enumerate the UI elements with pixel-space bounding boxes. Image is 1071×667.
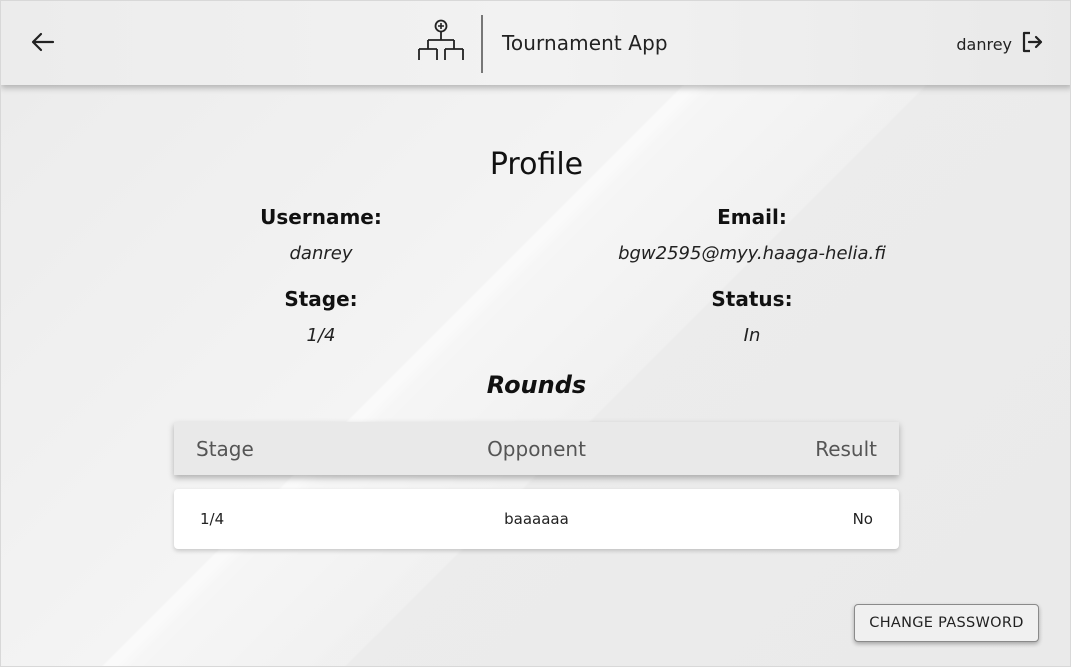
row-stage: 1/4	[200, 510, 225, 528]
brand-divider	[481, 15, 483, 73]
tournament-bracket-icon	[415, 15, 467, 73]
current-username: danrey	[956, 34, 1012, 54]
row-result: No	[852, 510, 873, 528]
column-header-opponent: Opponent	[487, 436, 586, 461]
app-window: Tournament App danrey Profile Username: …	[0, 0, 1071, 667]
top-app-bar: Tournament App danrey	[1, 1, 1070, 85]
back-button[interactable]	[29, 31, 57, 57]
profile-page: Profile Username: danrey Email: bgw2595@…	[1, 85, 1070, 666]
row-opponent: baaaaaa	[504, 510, 569, 528]
email-field: Email: bgw2595@myy.haaga-helia.fi	[602, 205, 902, 264]
table-row: 1/4 baaaaaa No	[174, 489, 899, 549]
arrow-left-icon	[31, 32, 55, 56]
app-title: Tournament App	[502, 31, 668, 55]
column-header-result: Result	[815, 436, 877, 461]
brand: Tournament App	[415, 15, 668, 73]
username-label: Username:	[260, 205, 382, 229]
status-value: In	[743, 325, 761, 346]
username-value: danrey	[289, 243, 353, 264]
email-label: Email:	[717, 205, 787, 229]
user-area: danrey	[956, 30, 1044, 58]
rounds-table-header: Stage Opponent Result	[174, 422, 899, 475]
rounds-title: Rounds	[486, 371, 587, 399]
stage-value: 1/4	[306, 325, 336, 346]
change-password-button[interactable]: CHANGE PASSWORD	[854, 604, 1039, 642]
email-value: bgw2595@myy.haaga-helia.fi	[618, 243, 886, 264]
stage-field: Stage: 1/4	[171, 287, 471, 346]
status-label: Status:	[711, 287, 793, 311]
username-field: Username: danrey	[171, 205, 471, 264]
column-header-stage: Stage	[196, 436, 254, 461]
page-title: Profile	[489, 147, 584, 182]
logout-icon	[1020, 30, 1044, 58]
logout-button[interactable]	[1020, 30, 1044, 58]
stage-label: Stage:	[284, 287, 358, 311]
status-field: Status: In	[602, 287, 902, 346]
